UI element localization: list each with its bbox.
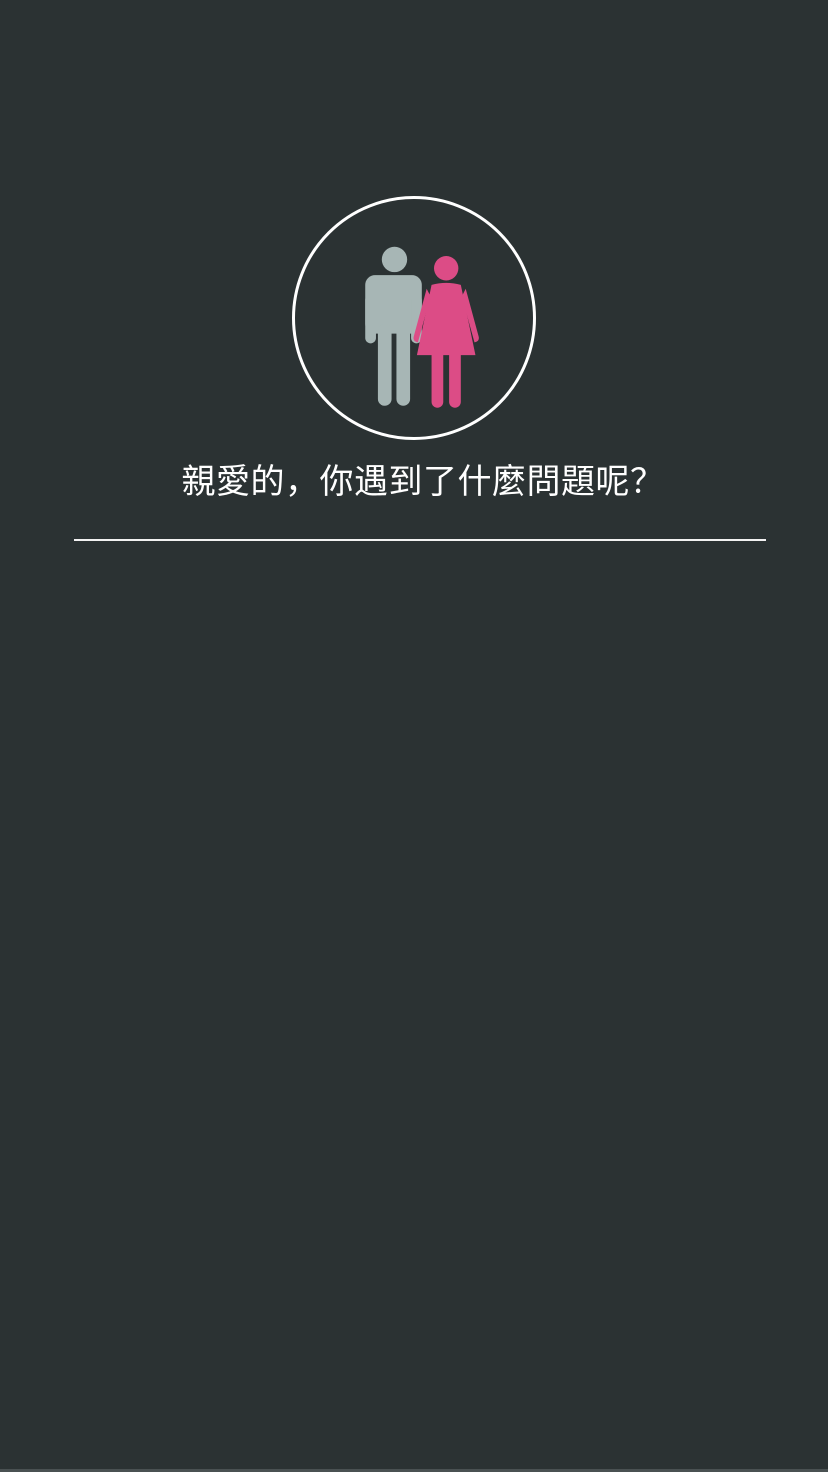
female-figure-icon xyxy=(413,256,479,408)
avatar xyxy=(292,196,536,440)
question-title: 親愛的，你遇到了什麼問題呢？ xyxy=(181,462,665,502)
couple-icon xyxy=(365,246,479,408)
divider xyxy=(74,539,766,541)
feedback-screen: 親愛的，你遇到了什麼問題呢？ xyxy=(0,0,828,1472)
male-figure-icon xyxy=(365,246,422,406)
